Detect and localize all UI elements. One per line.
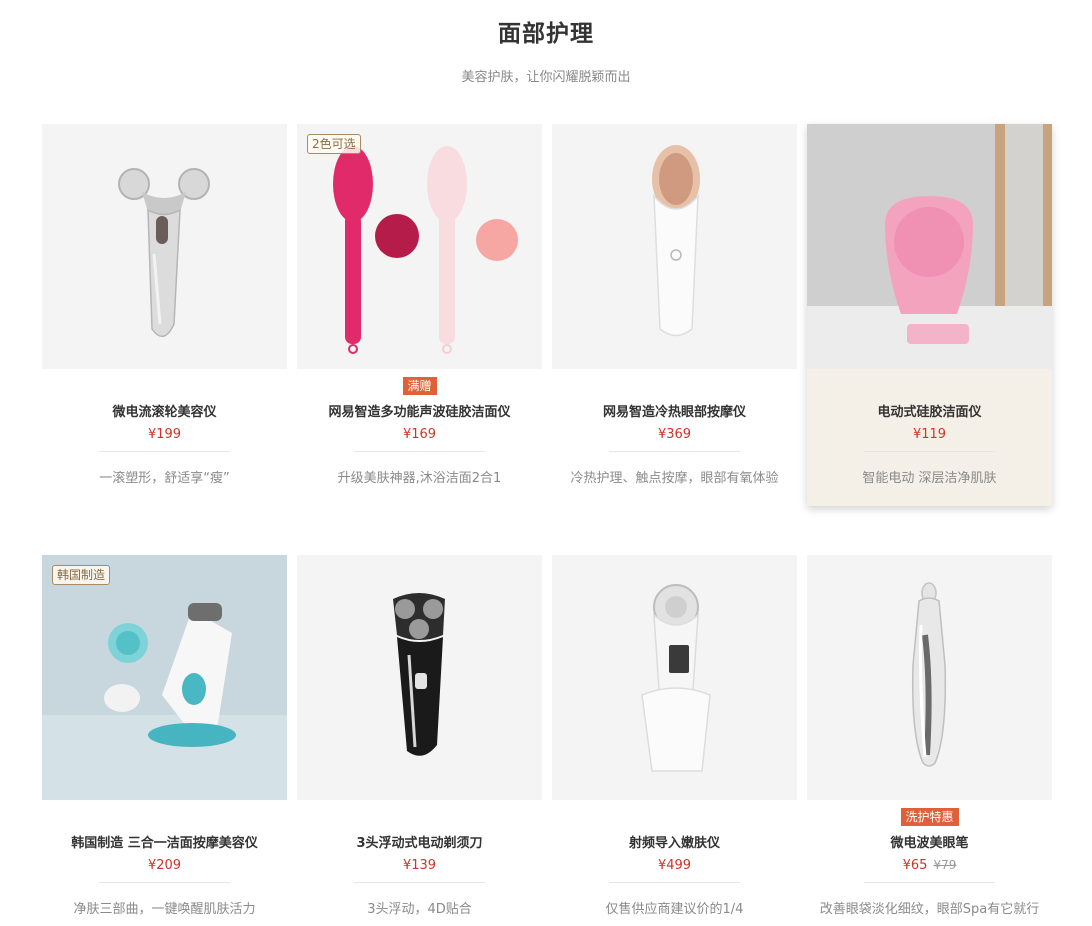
product-card[interactable]: 网易智造冷热眼部按摩仪 ¥369 冷热护理、触点按摩，眼部有氧体验	[552, 124, 797, 506]
product-description: 净肤三部曲，一键唤醒肌肤活力	[73, 902, 256, 917]
product-card[interactable]: 韩国制造 韩国制造 三合一洁面按摩美容仪 ¥209 净肤三部曲，一键唤醒肌肤活力	[42, 555, 287, 926]
product-tag: 韩国制造	[52, 565, 111, 585]
electric-shaver-icon	[297, 555, 542, 800]
divider	[864, 882, 995, 883]
product-image[interactable]	[807, 555, 1052, 800]
product-name[interactable]: 射频导入嫩肤仪	[552, 832, 797, 851]
price-row: ¥65 ¥79	[807, 858, 1052, 873]
divider	[609, 451, 740, 452]
product-image[interactable]: 韩国制造	[42, 555, 287, 800]
product-price: ¥369	[657, 427, 692, 442]
product-price: ¥139	[402, 858, 437, 873]
silicone-cleanser-icon	[807, 124, 1052, 369]
product-price: ¥209	[147, 858, 182, 873]
product-name[interactable]: 3头浮动式电动剃须刀	[297, 832, 542, 851]
eye-care-pen-icon	[807, 555, 1052, 800]
product-card[interactable]: 2色可选 满赠 网易智造多功能声波硅胶洁面仪 ¥169 升级美肤神器,沐浴洁面2…	[297, 124, 542, 506]
product-description: 冷热护理、触点按摩，眼部有氧体验	[570, 471, 779, 486]
product-old-price: ¥79	[933, 858, 957, 872]
product-tag: 2色可选	[307, 134, 361, 154]
product-price: ¥199	[147, 427, 182, 442]
promo-badge: 洗护特惠	[900, 808, 959, 826]
price-row: ¥119	[807, 427, 1052, 442]
page-title: 面部护理	[498, 21, 594, 47]
eye-massager-icon	[552, 124, 797, 369]
product-description: 3头浮动，4D贴合	[367, 902, 472, 917]
product-card[interactable]: 电动式硅胶洁面仪 ¥119 智能电动 深层洁净肌肤	[807, 124, 1052, 506]
price-row: ¥499	[552, 858, 797, 873]
product-card[interactable]: 微电流滚轮美容仪 ¥199 一滚塑形，舒适享“瘦”	[42, 124, 287, 506]
product-image[interactable]: 2色可选	[297, 124, 542, 369]
product-image[interactable]	[297, 555, 542, 800]
product-description: 智能电动 深层洁净肌肤	[862, 471, 997, 486]
product-name[interactable]: 微电流滚轮美容仪	[42, 401, 287, 420]
three-in-one-cleansing-device-icon	[42, 555, 287, 800]
divider	[99, 882, 230, 883]
product-name[interactable]: 网易智造冷热眼部按摩仪	[552, 401, 797, 420]
product-card[interactable]: 洗护特惠 微电波美眼笔 ¥65 ¥79 改善眼袋淡化细纹，眼部Spa有它就行	[807, 555, 1052, 926]
divider	[609, 882, 740, 883]
product-name[interactable]: 网易智造多功能声波硅胶洁面仪	[297, 401, 542, 420]
page-subtitle: 美容护肤，让你闪耀脱颖而出	[461, 70, 631, 85]
product-image[interactable]	[552, 124, 797, 369]
product-name[interactable]: 电动式硅胶洁面仪	[807, 401, 1052, 420]
product-price: ¥499	[657, 858, 692, 873]
divider	[864, 451, 995, 452]
product-card[interactable]: 射频导入嫩肤仪 ¥499 仅售供应商建议价的1/4	[552, 555, 797, 926]
roller-device-icon	[42, 124, 287, 369]
product-card[interactable]: 3头浮动式电动剃须刀 ¥139 3头浮动，4D贴合	[297, 555, 542, 926]
divider	[354, 451, 485, 452]
product-name[interactable]: 韩国制造 三合一洁面按摩美容仪	[42, 832, 287, 851]
sonic-cleansing-brush-icon	[297, 124, 542, 369]
price-row: ¥369	[552, 427, 797, 442]
product-image[interactable]	[42, 124, 287, 369]
product-name[interactable]: 微电波美眼笔	[807, 832, 1052, 851]
product-price: ¥169	[402, 427, 437, 442]
promo-badge: 满赠	[402, 377, 437, 395]
divider	[99, 451, 230, 452]
product-description: 升级美肤神器,沐浴洁面2合1	[337, 471, 502, 486]
divider	[354, 882, 485, 883]
price-row: ¥199	[42, 427, 287, 442]
product-description: 一滚塑形，舒适享“瘦”	[99, 471, 230, 486]
product-description: 改善眼袋淡化细纹，眼部Spa有它就行	[819, 902, 1040, 917]
product-price: ¥65	[902, 858, 928, 873]
product-price: ¥119	[912, 427, 947, 442]
price-row: ¥139	[297, 858, 542, 873]
price-row: ¥209	[42, 858, 287, 873]
rf-beauty-device-icon	[552, 555, 797, 800]
product-image[interactable]	[807, 124, 1052, 369]
product-description: 仅售供应商建议价的1/4	[605, 902, 744, 917]
price-row: ¥169	[297, 427, 542, 442]
product-image[interactable]	[552, 555, 797, 800]
